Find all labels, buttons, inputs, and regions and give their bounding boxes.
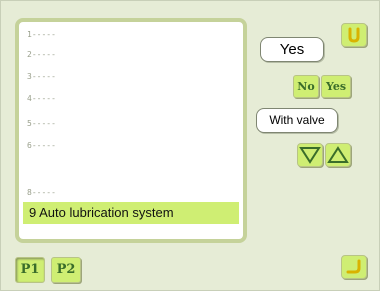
list-item[interactable]: 2----- — [27, 48, 56, 62]
tab-p2[interactable]: P2 — [51, 257, 81, 283]
list-item[interactable]: 1----- — [27, 28, 56, 42]
down-triangle-icon — [299, 147, 321, 164]
list-item-selected[interactable]: 9 Auto lubrication system — [23, 202, 239, 224]
enter-button[interactable] — [341, 255, 367, 279]
parameter-list: 1----- 2----- 3----- 4----- 5----- 6----… — [15, 18, 247, 243]
current-value-display: Yes — [260, 37, 324, 62]
list-item[interactable]: 6----- — [27, 139, 56, 153]
list-item[interactable]: 8----- — [27, 186, 56, 200]
no-button[interactable]: No — [293, 75, 319, 98]
increase-button[interactable] — [325, 143, 351, 167]
list-item[interactable]: 5----- — [27, 117, 56, 131]
yes-button[interactable]: Yes — [321, 75, 351, 98]
up-triangle-icon — [327, 146, 349, 163]
list-item[interactable]: 3----- — [27, 70, 56, 84]
enter-icon — [346, 259, 361, 274]
control-panel-screen: 1----- 2----- 3----- 4----- 5----- 6----… — [0, 0, 380, 291]
return-u-icon — [348, 27, 360, 43]
decrease-button[interactable] — [297, 143, 323, 167]
tab-p1[interactable]: P1 — [15, 257, 45, 283]
valve-mode-display: With valve — [256, 108, 338, 133]
return-button[interactable] — [341, 23, 367, 47]
list-item[interactable]: 4----- — [27, 92, 56, 106]
